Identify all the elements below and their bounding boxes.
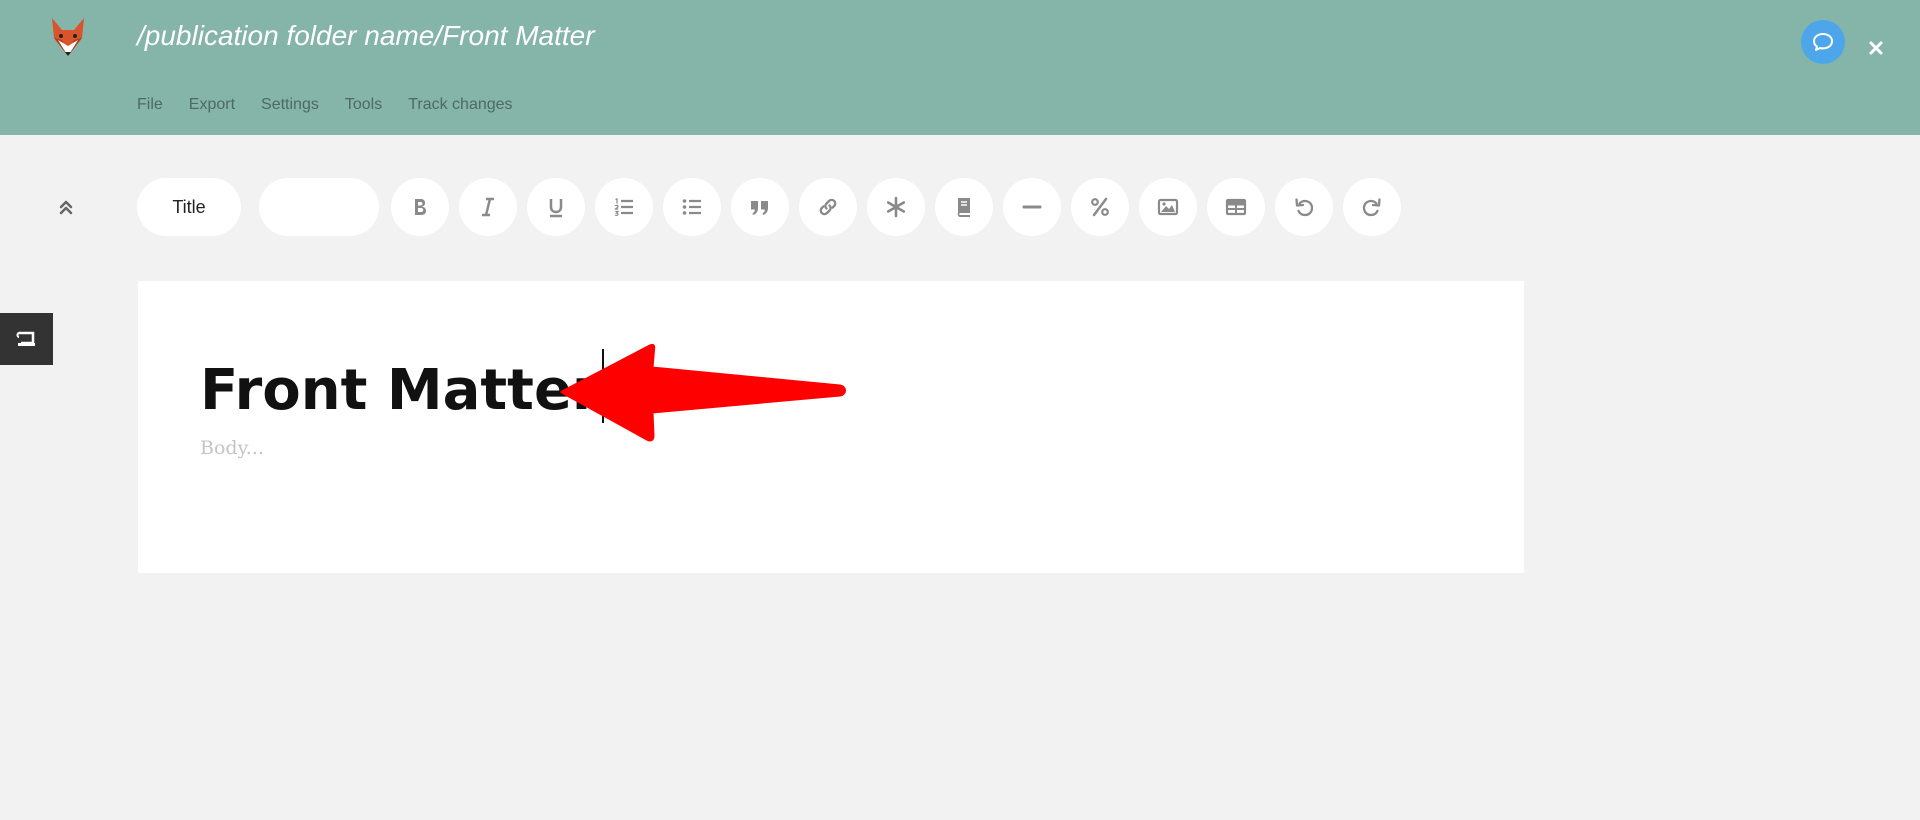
citation-button[interactable]: [935, 178, 993, 236]
table-button[interactable]: [1207, 178, 1265, 236]
document-path-title: /publication folder name/Front Matter: [137, 20, 595, 51]
minus-icon: [1022, 205, 1042, 209]
menu-file[interactable]: File: [137, 96, 163, 114]
chat-bubble-icon: [1813, 33, 1833, 51]
italic-button[interactable]: [459, 178, 517, 236]
numbered-list-button[interactable]: [595, 178, 653, 236]
bullet-list-icon: [682, 199, 701, 215]
red-arrow-annotation: [560, 343, 846, 442]
percent-icon: [1091, 197, 1109, 217]
underline-icon: [549, 199, 563, 218]
bullet-list-button[interactable]: [663, 178, 721, 236]
book-icon: [957, 198, 970, 217]
close-icon: [1869, 41, 1883, 55]
redo-icon: [1362, 198, 1381, 217]
table-icon: [1225, 198, 1247, 216]
scroll-icon: [16, 331, 35, 346]
chevron-double-up-icon: [59, 200, 73, 215]
asterisk-icon: [886, 196, 906, 218]
document-title-text: Front Matter: [200, 358, 600, 423]
main-menu: File Export Settings Tools Track changes: [137, 96, 513, 114]
bold-button[interactable]: [391, 178, 449, 236]
menu-track-changes[interactable]: Track changes: [408, 96, 512, 114]
menu-tools[interactable]: Tools: [345, 96, 382, 114]
italic-icon: [482, 197, 494, 217]
fox-logo-icon[interactable]: [48, 16, 88, 60]
undo-button[interactable]: [1275, 178, 1333, 236]
redo-button[interactable]: [1343, 178, 1401, 236]
inline-style-dropdown[interactable]: [259, 178, 379, 236]
footnote-button[interactable]: [867, 178, 925, 236]
formatting-toolbar: Title: [137, 178, 1411, 236]
block-style-dropdown[interactable]: Title: [137, 178, 241, 236]
blockquote-button[interactable]: [731, 178, 789, 236]
figure-button[interactable]: [1139, 178, 1197, 236]
editor-header: /publication folder name/Front Matter Fi…: [0, 0, 1920, 135]
undo-icon: [1295, 198, 1314, 217]
link-icon: [819, 198, 837, 216]
horizontal-rule-button[interactable]: [1003, 178, 1061, 236]
image-icon: [1157, 198, 1179, 216]
chat-button[interactable]: [1801, 20, 1845, 64]
close-button[interactable]: [1864, 36, 1888, 60]
menu-settings[interactable]: Settings: [261, 96, 319, 114]
quote-icon: [751, 201, 768, 215]
document-title-field[interactable]: Front Matter: [200, 349, 604, 423]
numbered-list-icon: [614, 198, 633, 216]
menu-export[interactable]: Export: [189, 96, 235, 114]
document-body-field[interactable]: Body...: [200, 437, 264, 459]
link-button[interactable]: [799, 178, 857, 236]
formula-button[interactable]: [1071, 178, 1129, 236]
document-structure-tab[interactable]: [0, 313, 53, 365]
underline-button[interactable]: [527, 178, 585, 236]
bold-icon: [415, 199, 426, 215]
collapse-toolbar-button[interactable]: [54, 196, 78, 225]
